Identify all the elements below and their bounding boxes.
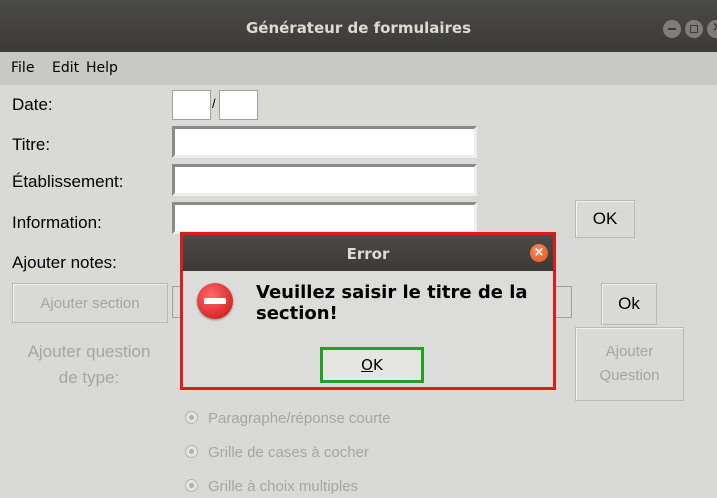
close-icon[interactable] [707,20,717,38]
section-ok-button[interactable]: Ok [601,283,657,325]
dialog-ok-button[interactable]: OK [320,347,424,383]
maximize-icon[interactable] [685,20,703,38]
ok-mnemonic: O [361,356,373,374]
window-titlebar[interactable]: Générateur de formulaires [0,0,717,52]
etablissement-field[interactable] [172,164,477,196]
radio-choix-multiples[interactable]: Grille à choix multiples [185,478,358,495]
radio-label: Grille de cases à cocher [208,444,369,461]
titre-label: Titre: [12,135,51,154]
minimize-icon[interactable] [663,20,681,38]
menu-help[interactable]: Help [86,60,118,76]
information-ok-button[interactable]: OK [575,200,635,238]
close-icon[interactable]: × [530,244,548,262]
radio-button[interactable] [185,445,198,458]
menu-bar: File Edit Help [0,52,717,85]
add-section-button[interactable]: Ajouter section [12,283,168,323]
radio-button[interactable] [185,411,198,424]
error-icon [197,283,233,319]
window-title: Générateur de formulaires [245,19,472,37]
date-separator: / [212,96,216,111]
add-question-label: Ajouter question de type: [8,342,170,388]
dialog-message: Veuillez saisir le titre de la section! [256,282,528,324]
add-question-label-line2: de type: [58,368,120,387]
information-field[interactable] [172,202,477,234]
error-dialog: Error × Veuillez saisir le titre de la s… [180,232,556,390]
add-question-button[interactable]: Ajouter Question [575,327,684,401]
menu-edit[interactable]: Edit [52,60,79,76]
add-question-button-line1: Ajouter [605,343,654,360]
date-day-field[interactable] [172,90,211,120]
add-question-label-line1: Ajouter question [27,342,151,361]
menu-file[interactable]: File [11,60,34,76]
date-month-field[interactable] [219,90,258,120]
ok-label-rest: K [372,356,383,374]
radio-cases-a-cocher[interactable]: Grille de cases à cocher [185,444,369,461]
radio-paragraphe[interactable]: Paragraphe/réponse courte [185,410,391,427]
radio-label: Grille à choix multiples [208,478,359,495]
information-label: Information: [12,213,102,232]
dialog-title: Error [346,245,390,263]
radio-button[interactable] [185,479,198,492]
notes-label: Ajouter notes: [12,253,117,272]
radio-label: Paragraphe/réponse courte [208,410,391,427]
titre-field[interactable] [172,126,477,158]
window-controls [659,20,717,42]
etablissement-label: Établissement: [12,172,124,191]
add-question-button-line2: Question [599,367,660,384]
date-label: Date: [12,95,53,114]
dialog-titlebar[interactable]: Error × [183,235,553,271]
